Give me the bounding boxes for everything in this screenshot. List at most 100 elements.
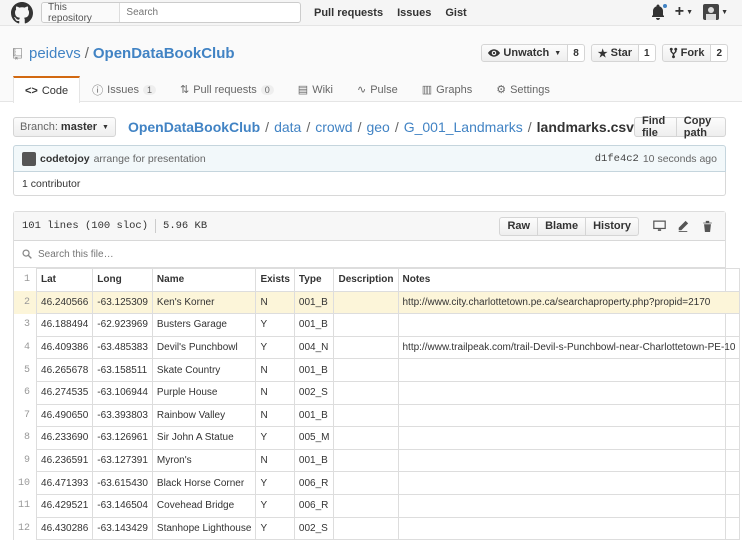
tab-pulse[interactable]: ∿ Pulse bbox=[345, 76, 410, 102]
breadcrumb: OpenDataBookClub / data / crowd / geo / … bbox=[128, 119, 634, 135]
repo-name-link[interactable]: OpenDataBookClub bbox=[93, 45, 235, 62]
branch-select-button[interactable]: Branch: master ▼ bbox=[13, 117, 116, 137]
tab-code-label: Code bbox=[41, 84, 69, 97]
notifications-bell-icon[interactable] bbox=[651, 3, 668, 20]
stargazers-count[interactable]: 1 bbox=[639, 44, 656, 62]
file-search[interactable] bbox=[14, 241, 725, 268]
line-number[interactable]: 4 bbox=[14, 336, 38, 359]
column-header: Lat bbox=[36, 268, 94, 292]
nav-issues[interactable]: Issues bbox=[397, 7, 431, 19]
column-header: Notes bbox=[397, 268, 741, 292]
line-number[interactable]: 6 bbox=[14, 381, 38, 405]
commit-sha[interactable]: d1fe4c2 bbox=[595, 153, 639, 165]
tab-settings[interactable]: ⚙ Settings bbox=[484, 76, 562, 102]
contributors-count[interactable]: 1 contributor bbox=[22, 178, 80, 190]
table-cell: Devil's Punchbowl bbox=[151, 335, 257, 360]
copy-path-button[interactable]: Copy path bbox=[676, 115, 726, 139]
plus-icon: + bbox=[674, 3, 685, 20]
fork-icon bbox=[669, 47, 677, 59]
table-cell: Y bbox=[255, 516, 295, 540]
tab-wiki-label: Wiki bbox=[312, 83, 333, 96]
breadcrumb-crowd[interactable]: crowd bbox=[315, 119, 352, 135]
line-number[interactable]: 9 bbox=[14, 449, 38, 472]
line-number[interactable]: 8 bbox=[14, 426, 38, 450]
tab-pull-requests[interactable]: ⇅ Pull requests 0 bbox=[168, 76, 286, 102]
repo-actions: Unwatch ▼ 8 ★ Star 1 Fork 2 bbox=[481, 44, 728, 62]
gear-icon: ⚙ bbox=[496, 84, 507, 96]
column-header: Type bbox=[293, 268, 335, 292]
blame-button[interactable]: Blame bbox=[537, 216, 587, 236]
column-header: Exists bbox=[255, 268, 295, 292]
tab-pulse-label: Pulse bbox=[370, 83, 398, 96]
trash-icon[interactable] bbox=[697, 217, 717, 236]
line-number[interactable]: 7 bbox=[14, 404, 38, 427]
nav-pull-requests[interactable]: Pull requests bbox=[314, 7, 383, 19]
nav-gist[interactable]: Gist bbox=[445, 7, 466, 19]
table-row: 10 46.471393 -63.615430 Black Horse Corner Y… bbox=[14, 471, 741, 495]
line-number[interactable]: 3 bbox=[14, 313, 38, 337]
unwatch-button[interactable]: Unwatch ▼ bbox=[481, 44, 569, 62]
file-search-input[interactable] bbox=[38, 248, 438, 260]
forks-count[interactable]: 2 bbox=[711, 44, 728, 62]
graph-icon: ▥ bbox=[421, 84, 433, 96]
breadcrumb-geo[interactable]: geo bbox=[366, 119, 389, 135]
pulse-icon: ∿ bbox=[356, 84, 367, 96]
table-row: 4 46.409386 -63.485383 Devil's Punchbowl Y 00… bbox=[14, 335, 741, 360]
table-cell: 46.265678 bbox=[36, 358, 94, 382]
table-cell bbox=[397, 380, 741, 405]
issues-counter: 1 bbox=[142, 84, 156, 95]
new-menu-button[interactable]: + ▼ bbox=[675, 3, 693, 21]
line-number[interactable]: 10 bbox=[14, 471, 38, 495]
table-row: 12 46.430286 -63.143429 Stanhope Lighthouse… bbox=[14, 516, 741, 540]
tab-issues[interactable]: ⓘ Issues 1 bbox=[80, 76, 168, 102]
fork-button[interactable]: Fork bbox=[661, 44, 712, 62]
table-row: 11 46.429521 -63.146504 Covehead Bridge Y 006… bbox=[14, 493, 741, 518]
table-cell bbox=[333, 358, 399, 382]
history-button[interactable]: History bbox=[585, 216, 639, 236]
path-separator: / bbox=[84, 45, 89, 62]
caret-down-icon: ▼ bbox=[554, 49, 562, 57]
breadcrumb-repo[interactable]: OpenDataBookClub bbox=[128, 119, 260, 135]
site-search[interactable]: This repository bbox=[41, 2, 301, 24]
table-cell: -63.125309 bbox=[92, 290, 153, 315]
find-file-button[interactable]: Find file bbox=[633, 115, 677, 139]
unread-indicator bbox=[661, 3, 668, 9]
table-cell: Rainbow Valley bbox=[151, 403, 257, 428]
table-cell: 001_B bbox=[293, 313, 335, 337]
tab-code[interactable]: <> Code bbox=[13, 76, 81, 103]
line-number[interactable]: 2 bbox=[14, 291, 38, 314]
caret-down-icon: ▼ bbox=[721, 8, 728, 16]
table-cell: 001_B bbox=[293, 290, 335, 315]
star-button[interactable]: ★ Star bbox=[590, 44, 640, 62]
repo-owner-link[interactable]: peidevs bbox=[29, 45, 81, 62]
table-cell bbox=[333, 313, 399, 337]
line-number[interactable]: 5 bbox=[14, 358, 38, 382]
pencil-icon[interactable] bbox=[673, 217, 693, 236]
line-number[interactable]: 11 bbox=[14, 494, 38, 518]
breadcrumb-landmarks-folder[interactable]: G_001_Landmarks bbox=[404, 119, 523, 135]
table-cell: -63.615430 bbox=[92, 471, 153, 495]
line-number[interactable]: 1 bbox=[14, 268, 38, 292]
table-cell: Y bbox=[255, 313, 295, 337]
watchers-count[interactable]: 8 bbox=[568, 44, 585, 62]
raw-button[interactable]: Raw bbox=[499, 216, 539, 236]
breadcrumb-data[interactable]: data bbox=[274, 119, 301, 135]
line-number[interactable]: 12 bbox=[14, 517, 38, 540]
issue-opened-icon: ⓘ bbox=[92, 84, 104, 97]
user-menu-button[interactable]: ▼ bbox=[703, 4, 728, 20]
avatar[interactable] bbox=[22, 151, 36, 166]
header-nav: Pull requests Issues Gist bbox=[314, 7, 467, 19]
desktop-icon[interactable] bbox=[649, 217, 669, 236]
tab-wiki[interactable]: ▤ Wiki bbox=[286, 76, 345, 102]
unwatch-label: Unwatch bbox=[503, 47, 550, 59]
table-cell: Y bbox=[255, 493, 295, 518]
commit-author[interactable]: codetojoy bbox=[40, 153, 90, 165]
table-header-row: 1 Lat Long Name Exists Type Description … bbox=[14, 268, 741, 292]
github-logo-icon[interactable] bbox=[11, 2, 33, 24]
table-cell bbox=[333, 448, 399, 473]
tab-graphs[interactable]: ▥ Graphs bbox=[410, 76, 484, 102]
search-icon bbox=[22, 249, 32, 259]
table-cell: -63.146504 bbox=[92, 493, 153, 518]
commit-message[interactable]: arrange for presentation bbox=[94, 153, 206, 165]
search-input[interactable] bbox=[120, 7, 300, 18]
